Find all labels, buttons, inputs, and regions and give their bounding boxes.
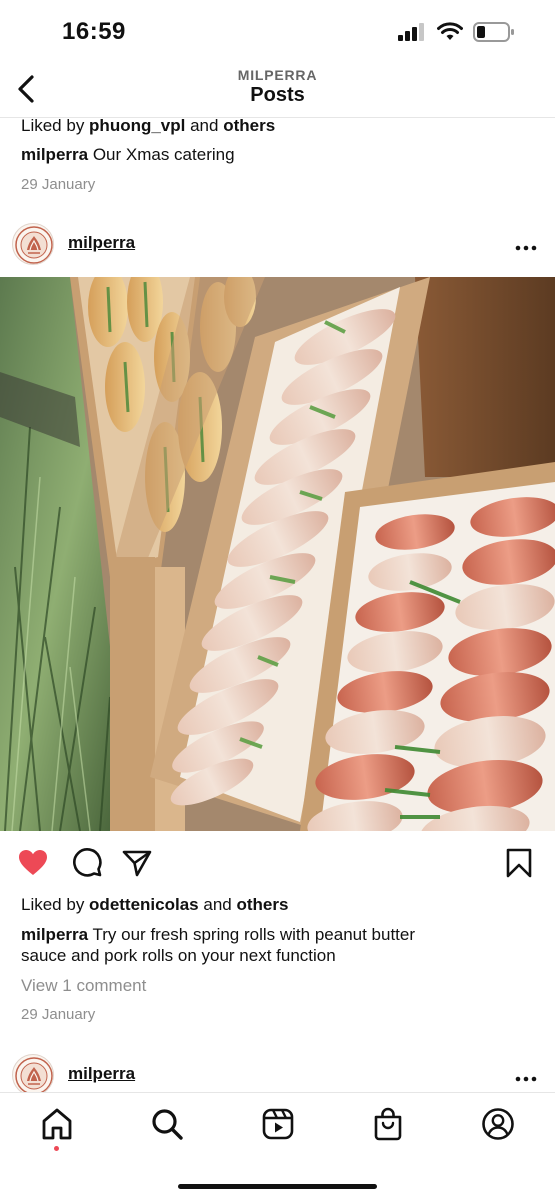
post-username[interactable]: milperra: [68, 1064, 135, 1084]
more-horizontal-icon: [515, 245, 537, 251]
previous-post-caption: milperra Our Xmas catering: [21, 144, 235, 165]
likes-others[interactable]: others: [223, 118, 275, 135]
shop-icon: [374, 1107, 402, 1141]
tab-home[interactable]: [40, 1107, 74, 1141]
likes-prefix: Liked by: [21, 895, 90, 914]
tab-reels[interactable]: [261, 1107, 295, 1141]
caption-text: Our Xmas catering: [88, 145, 235, 164]
caption-text: Try our fresh spring rolls with peanut b…: [88, 925, 416, 944]
more-options-button[interactable]: [515, 1070, 537, 1082]
post-caption: milperra Try our fresh spring rolls with…: [21, 924, 415, 945]
next-post-header: milperra: [0, 1050, 555, 1092]
view-comments-link[interactable]: View 1 comment: [21, 975, 146, 996]
status-time: 16:59: [62, 18, 126, 45]
nav-titles: MILPERRA Posts: [0, 67, 555, 107]
home-icon: [42, 1108, 72, 1140]
post-actions: [0, 843, 555, 883]
status-bar: 16:59: [0, 0, 555, 64]
battery-icon: [473, 22, 514, 42]
post-header: milperra: [0, 219, 555, 275]
milperra-logo: [15, 1057, 53, 1092]
spring-rolls-photo: [0, 277, 555, 831]
profile-icon: [482, 1108, 514, 1140]
page-title: Posts: [250, 84, 305, 106]
likes-user[interactable]: odettenicolas: [89, 895, 199, 914]
profile-username: MILPERRA: [237, 67, 318, 83]
comment-button[interactable]: [71, 847, 103, 879]
caption-user[interactable]: milperra: [21, 925, 88, 944]
reels-icon: [262, 1108, 294, 1140]
posts-feed[interactable]: Liked by phuong_vpl and others milperra …: [0, 118, 555, 1092]
tab-search[interactable]: [150, 1107, 184, 1141]
likes-and: and: [198, 895, 237, 914]
previous-post-likes[interactable]: Liked by phuong_vpl and others: [21, 118, 275, 136]
tab-bar: [0, 1092, 555, 1200]
send-icon: [122, 850, 152, 877]
more-horizontal-icon: [515, 1076, 537, 1082]
post-caption-line-2: sauce and pork rolls on your next functi…: [21, 946, 336, 965]
caption-user[interactable]: milperra: [21, 145, 88, 164]
cellular-signal-icon: [398, 23, 424, 41]
post-username[interactable]: milperra: [68, 233, 135, 253]
like-button[interactable]: [17, 847, 49, 879]
likes-prefix: Liked by: [21, 118, 90, 135]
notification-dot: [54, 1146, 59, 1151]
heart-filled-icon: [19, 850, 47, 875]
more-options-button[interactable]: [515, 239, 537, 251]
nav-header: MILPERRA Posts: [0, 64, 555, 118]
search-icon: [152, 1109, 183, 1140]
post-date: 29 January: [21, 1006, 96, 1023]
post-likes[interactable]: Liked by odettenicolas and others: [21, 894, 288, 915]
post-image[interactable]: [0, 277, 555, 831]
home-indicator: [178, 1184, 377, 1189]
likes-user[interactable]: phuong_vpl: [89, 118, 185, 135]
comment-icon: [73, 848, 102, 877]
share-button[interactable]: [121, 847, 153, 879]
milperra-logo: [15, 226, 53, 264]
bookmark-icon: [506, 848, 532, 878]
avatar[interactable]: [12, 223, 54, 265]
avatar[interactable]: [12, 1054, 54, 1092]
previous-post-date: 29 January: [21, 176, 96, 193]
tab-profile[interactable]: [481, 1107, 515, 1141]
tab-shop[interactable]: [371, 1107, 405, 1141]
likes-others[interactable]: others: [236, 895, 288, 914]
likes-and: and: [185, 118, 224, 135]
wifi-icon: [437, 22, 463, 40]
status-icons: [397, 22, 515, 42]
save-button[interactable]: [503, 847, 535, 879]
